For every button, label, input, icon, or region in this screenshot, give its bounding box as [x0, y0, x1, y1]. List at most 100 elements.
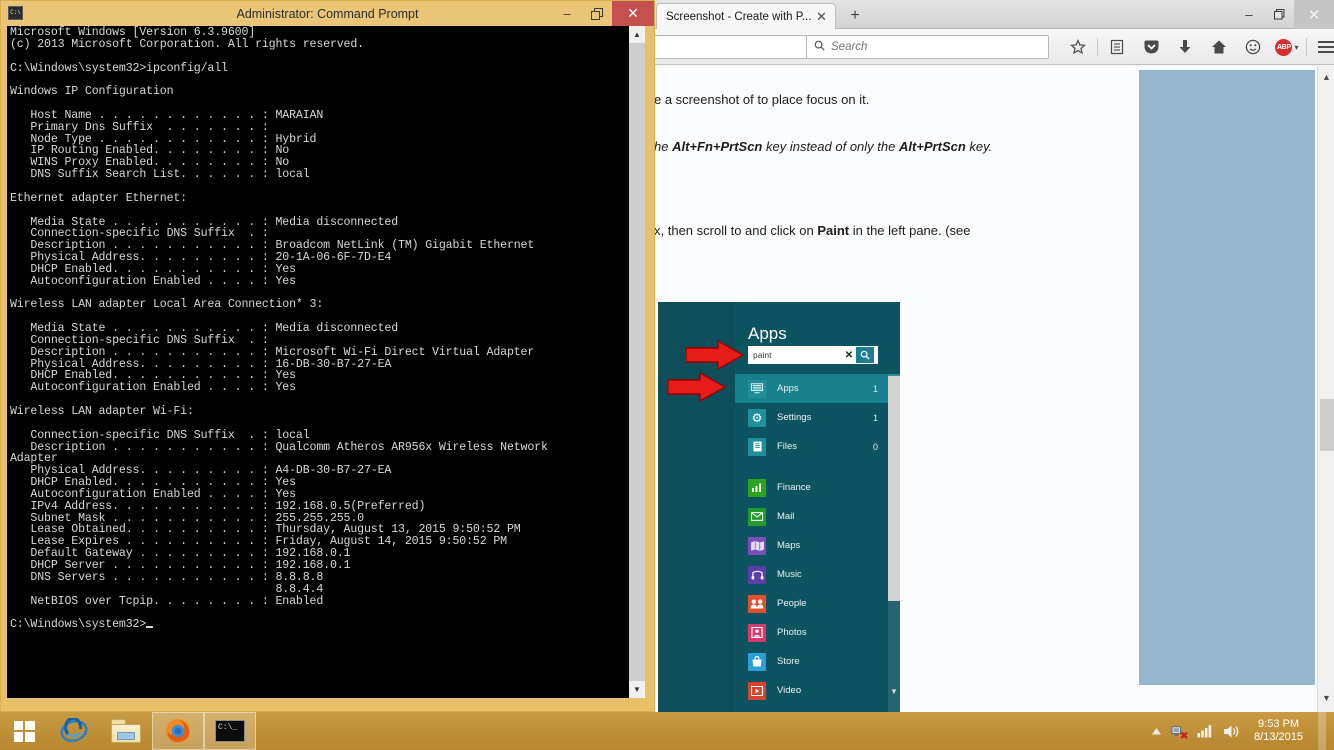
scroll-down-icon[interactable]: ▼	[629, 681, 645, 698]
app-item-store[interactable]: Store	[735, 647, 900, 676]
new-tab-button[interactable]: +	[844, 6, 866, 26]
scrollbar-thumb[interactable]	[1320, 399, 1334, 451]
restore-icon	[1273, 9, 1284, 20]
menu-icon[interactable]	[1309, 29, 1334, 65]
p3-post: in the left pane. (see	[849, 223, 971, 238]
wifi-signal-icon[interactable]	[1197, 724, 1214, 738]
scroll-down-icon[interactable]: ▼	[888, 686, 900, 698]
apps-list-scrollbar[interactable]: ▲ ▼	[888, 374, 900, 712]
system-tray: 9:53 PM 8/13/2015	[1151, 712, 1334, 750]
app-item-finance[interactable]: Finance	[735, 473, 900, 502]
taskbar-item-firefox[interactable]	[152, 712, 204, 750]
app-item-video[interactable]: Video	[735, 676, 900, 705]
taskbar-clock[interactable]: 9:53 PM 8/13/2015	[1250, 718, 1303, 744]
browser-search-box[interactable]	[806, 35, 1049, 59]
file-icon	[748, 437, 766, 456]
console-scrollbar[interactable]: ▲ ▼	[629, 26, 645, 698]
pocket-icon[interactable]	[1134, 29, 1168, 65]
app-label: Store	[777, 656, 800, 667]
scroll-up-icon[interactable]: ▲	[1318, 68, 1334, 85]
app-item-photos[interactable]: Photos	[735, 618, 900, 647]
volume-icon[interactable]	[1223, 724, 1241, 739]
restore-button[interactable]	[1264, 0, 1294, 29]
taskbar-item-file-explorer[interactable]	[100, 712, 152, 750]
show-hidden-icons-button[interactable]	[1151, 727, 1162, 736]
search-go-button[interactable]	[856, 347, 874, 363]
command-prompt-window: C:\ Administrator: Command Prompt – ✕ Mi…	[0, 0, 655, 712]
command-prompt-console[interactable]: Microsoft Windows [Version 6.3.9600] (c)…	[7, 26, 645, 698]
store-icon	[748, 652, 766, 671]
app-item-people[interactable]: People	[735, 589, 900, 618]
close-button[interactable]: ✕	[1294, 0, 1334, 29]
search-category-settings[interactable]: ⚙ Settings 1	[735, 403, 900, 432]
bookmark-star-icon[interactable]	[1061, 29, 1095, 65]
adblock-icon[interactable]: ABP ▾	[1270, 29, 1304, 65]
video-icon	[748, 681, 766, 700]
p3-app-name: Paint	[817, 223, 850, 238]
category-label: Settings	[777, 412, 812, 423]
firefox-tabstrip: Screenshot - Create with P... ✕ + – ✕	[646, 0, 1334, 29]
windows-logo-icon	[13, 720, 35, 742]
command-prompt-window-controls: – ✕	[552, 1, 654, 26]
app-item-maps[interactable]: Maps	[735, 531, 900, 560]
taskbar-item-internet-explorer[interactable]	[48, 712, 100, 750]
scroll-up-icon[interactable]: ▲	[629, 26, 645, 43]
system-menu-icon[interactable]: C:\	[8, 6, 23, 20]
p2-mid: key instead of only the	[762, 139, 899, 154]
app-item-mail[interactable]: Mail	[735, 502, 900, 531]
command-prompt-titlebar[interactable]: C:\ Administrator: Command Prompt – ✕	[1, 1, 654, 26]
scrollbar-thumb[interactable]	[888, 376, 900, 601]
search-category-apps[interactable]: Apps 1	[735, 374, 900, 403]
category-count: 1	[872, 383, 878, 394]
app-label: Maps	[777, 540, 801, 551]
firefox-toolbar-icons: ABP ▾	[1061, 29, 1334, 65]
app-label: Music	[777, 569, 802, 580]
browser-tab[interactable]: Screenshot - Create with P... ✕	[656, 3, 836, 29]
category-label: Files	[777, 441, 798, 452]
p2-shortcut-2: Alt+PrtScn	[898, 139, 966, 154]
app-label: Video	[777, 685, 802, 696]
minimize-button[interactable]: –	[552, 1, 582, 26]
page-image-placeholder	[1139, 70, 1315, 685]
firefox-icon	[166, 719, 190, 743]
annotation-arrow-apps-row	[668, 372, 726, 402]
search-icon	[814, 40, 825, 54]
search-category-files[interactable]: Files 0	[735, 432, 900, 461]
home-icon[interactable]	[1202, 29, 1236, 65]
reading-list-icon[interactable]	[1100, 29, 1134, 65]
clear-icon[interactable]: ✕	[842, 350, 856, 361]
page-paragraph-1: e a screenshot of to place focus on it.	[654, 92, 870, 107]
scroll-down-icon[interactable]: ▼	[1318, 689, 1334, 706]
chevron-down-icon[interactable]: ▾	[1294, 43, 1298, 52]
search-input[interactable]	[831, 41, 1011, 53]
page-paragraph-2: he Alt+Fn+PrtScn key instead of only the…	[654, 139, 992, 154]
app-item-music[interactable]: Music	[735, 560, 900, 589]
clock-time: 9:53 PM	[1258, 718, 1300, 730]
close-button[interactable]: ✕	[612, 1, 654, 26]
close-icon[interactable]: ✕	[814, 9, 829, 24]
gear-icon: ⚙	[748, 408, 766, 427]
internet-explorer-icon	[60, 718, 88, 743]
photos-icon	[748, 623, 766, 642]
network-icon[interactable]	[1171, 724, 1188, 739]
minimize-button[interactable]: –	[1234, 0, 1264, 29]
app-label: Finance	[777, 482, 811, 493]
windows-search-box[interactable]: ✕	[748, 346, 878, 364]
windows-search-input[interactable]	[748, 350, 842, 360]
restore-button[interactable]	[582, 1, 612, 26]
show-desktop-button[interactable]	[1318, 712, 1326, 750]
chat-icon[interactable]	[1236, 29, 1270, 65]
search-results-list: Apps 1 ⚙ Settings 1 Files 0 Finance Mail…	[735, 374, 900, 712]
downloads-icon[interactable]	[1168, 29, 1202, 65]
start-button[interactable]	[0, 712, 48, 750]
restore-icon	[591, 7, 603, 20]
app-label: Photos	[777, 627, 807, 638]
taskbar-item-command-prompt[interactable]: C:\_	[204, 712, 256, 750]
text-cursor	[146, 626, 154, 629]
page-vertical-scrollbar[interactable]: ▲ ▼	[1317, 66, 1334, 712]
taskbar: C:\_ 9:53 PM 8/13/2015	[0, 712, 1334, 750]
console-text: Microsoft Windows [Version 6.3.9600] (c)…	[10, 26, 548, 632]
page-paragraph-3: x, then scroll to and click on Paint in …	[654, 223, 971, 238]
toolbar-divider	[1097, 38, 1098, 56]
scrollbar-thumb[interactable]	[629, 43, 645, 683]
